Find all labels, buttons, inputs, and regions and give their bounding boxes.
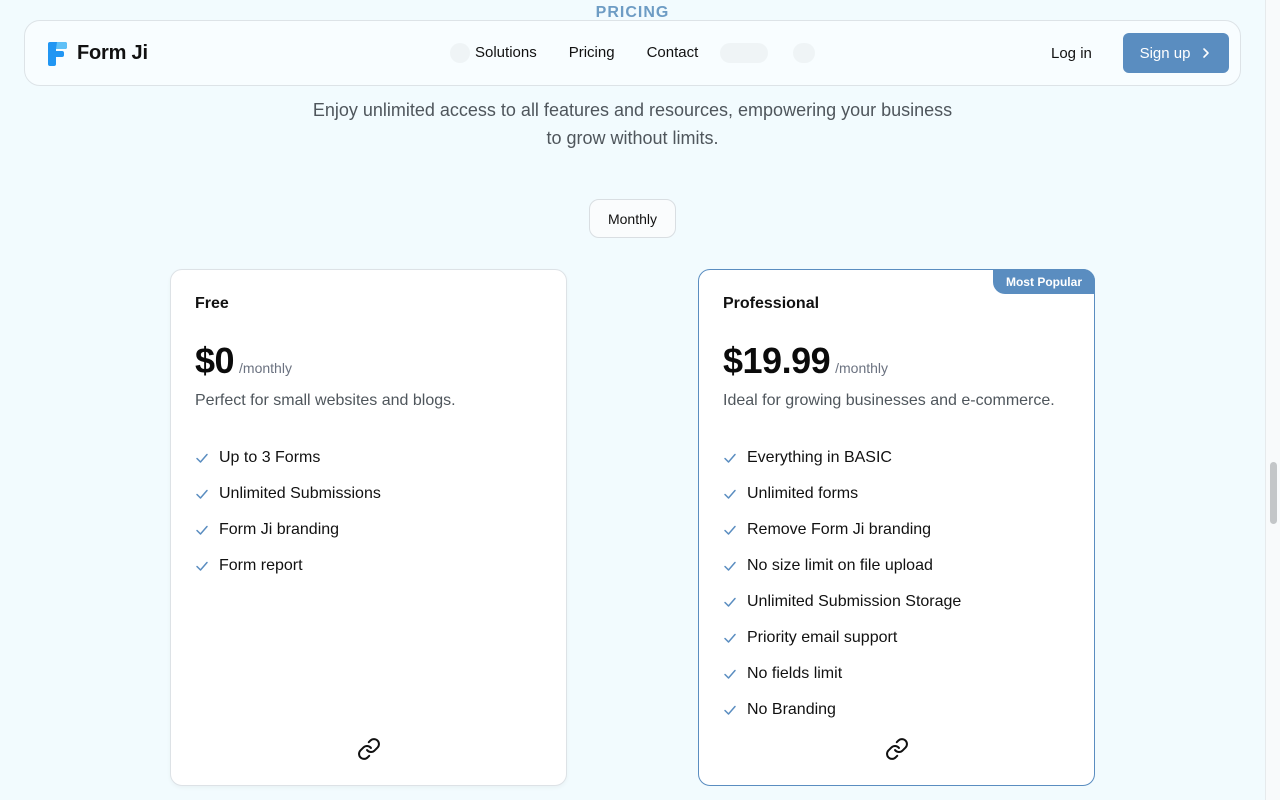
price-row: $0 /monthly xyxy=(195,340,292,382)
feature-text: Up to 3 Forms xyxy=(219,449,321,466)
check-icon xyxy=(724,597,736,607)
feature-list: Up to 3 Forms Unlimited Submissions Form… xyxy=(195,440,381,584)
feature-text: Unlimited forms xyxy=(747,485,859,502)
price-row: $19.99 /monthly xyxy=(723,340,888,382)
plan-description: Ideal for growing businesses and e-comme… xyxy=(723,392,1055,409)
form-ji-logo-icon xyxy=(48,42,67,66)
description-line-2: to grow without limits. xyxy=(546,128,719,148)
feature-item: Unlimited Submission Storage xyxy=(723,584,961,620)
nav-ghost-shape xyxy=(720,43,768,63)
plan-price: $19.99 xyxy=(723,340,831,381)
brand-name: Form Ji xyxy=(77,41,148,64)
feature-item: Form report xyxy=(195,548,381,584)
check-icon xyxy=(196,453,208,463)
chevron-right-icon xyxy=(1203,48,1210,58)
plan-period: /monthly xyxy=(239,360,292,376)
plan-card-free: Free $0 /monthly Perfect for small websi… xyxy=(170,269,567,786)
navbar: Form Ji Solutions Pricing Contact Log in… xyxy=(24,20,1241,86)
feature-text: Form Ji branding xyxy=(219,521,340,538)
feature-text: Unlimited Submission Storage xyxy=(747,593,962,610)
nav-ghost-shape xyxy=(450,43,470,63)
plan-price: $0 xyxy=(195,340,235,381)
plan-description: Perfect for small websites and blogs. xyxy=(195,392,456,409)
check-icon xyxy=(196,561,208,571)
pricing-page: PRICING Form Ji Solutions Pricing Contac… xyxy=(0,0,1280,800)
check-icon xyxy=(724,705,736,715)
brand[interactable]: Form Ji xyxy=(47,40,148,66)
check-icon xyxy=(724,669,736,679)
feature-item: Form Ji branding xyxy=(195,512,381,548)
signup-label: Sign up xyxy=(1139,44,1191,62)
nav-link-pricing[interactable]: Pricing xyxy=(569,44,615,61)
link-icon[interactable] xyxy=(357,737,381,761)
nav-link-contact[interactable]: Contact xyxy=(647,44,699,61)
check-icon xyxy=(724,561,736,571)
feature-text: No Branding xyxy=(747,701,836,718)
signup-button[interactable]: Sign up xyxy=(1123,33,1229,73)
plan-period: /monthly xyxy=(835,360,889,376)
feature-text: Priority email support xyxy=(747,629,898,646)
most-popular-badge: Most Popular xyxy=(992,269,1095,294)
check-icon xyxy=(724,489,736,499)
login-link[interactable]: Log in xyxy=(1051,45,1092,62)
check-icon xyxy=(724,453,736,463)
scrollbar-thumb[interactable] xyxy=(1270,462,1277,524)
plan-card-professional: Most Popular Professional $19.99 /monthl… xyxy=(698,269,1095,786)
feature-item: No Branding xyxy=(723,692,961,728)
feature-list: Everything in BASIC Unlimited forms Remo… xyxy=(723,440,961,728)
check-icon xyxy=(196,525,208,535)
feature-item: Everything in BASIC xyxy=(723,440,961,476)
check-icon xyxy=(196,489,208,499)
feature-item: No fields limit xyxy=(723,656,961,692)
feature-item: Unlimited Submissions xyxy=(195,476,381,512)
link-icon[interactable] xyxy=(885,737,909,761)
feature-item: Up to 3 Forms xyxy=(195,440,381,476)
nav-links: Solutions Pricing Contact xyxy=(475,44,698,61)
plan-name: Free xyxy=(195,295,229,312)
feature-text: No size limit on file upload xyxy=(747,557,933,574)
feature-item: Priority email support xyxy=(723,620,961,656)
nav-ghost-shape xyxy=(793,43,815,63)
billing-toggle-monthly[interactable]: Monthly xyxy=(589,199,676,238)
description-line-1: Enjoy unlimited access to all features a… xyxy=(312,100,953,120)
feature-item: Remove Form Ji branding xyxy=(723,512,961,548)
plan-name: Professional xyxy=(723,295,820,312)
nav-link-solutions[interactable]: Solutions xyxy=(475,44,537,61)
feature-text: Everything in BASIC xyxy=(747,449,892,466)
feature-item: Unlimited forms xyxy=(723,476,961,512)
check-icon xyxy=(724,525,736,535)
feature-text: Unlimited Submissions xyxy=(219,485,381,502)
feature-text: No fields limit xyxy=(747,665,843,682)
feature-text: Form report xyxy=(219,557,303,574)
feature-text: Remove Form Ji branding xyxy=(747,521,932,538)
check-icon xyxy=(724,633,736,643)
page-scrollbar[interactable] xyxy=(1265,0,1280,800)
feature-item: No size limit on file upload xyxy=(723,548,961,584)
pricing-description: Enjoy unlimited access to all features a… xyxy=(0,96,1265,152)
